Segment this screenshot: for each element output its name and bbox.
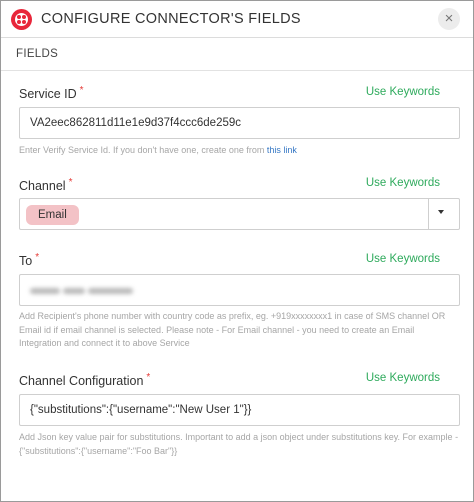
channel-use-keywords-link[interactable]: Use Keywords xyxy=(366,177,440,189)
to-label: To * xyxy=(19,252,40,268)
twilio-logo-icon xyxy=(11,9,32,30)
create-service-link[interactable]: this link xyxy=(267,145,297,155)
to-input[interactable] xyxy=(19,274,460,306)
section-title: FIELDS xyxy=(16,48,59,60)
channel-chip-email[interactable]: Email xyxy=(26,205,79,225)
channel-configuration-help: Add Json key value pair for substitution… xyxy=(19,432,459,456)
channel-select[interactable]: Email xyxy=(19,198,460,230)
channel-configuration-use-keywords-link[interactable]: Use Keywords xyxy=(366,372,440,384)
redacted-email-value xyxy=(30,285,140,295)
channel-label: Channel * xyxy=(19,177,73,193)
required-mark: * xyxy=(35,252,40,263)
channel-configuration-input[interactable] xyxy=(19,394,460,426)
to-use-keywords-link[interactable]: Use Keywords xyxy=(366,253,440,265)
required-mark: * xyxy=(146,372,151,383)
fields-section-header: FIELDS xyxy=(1,39,473,71)
close-icon[interactable]: × xyxy=(438,8,460,30)
to-help: Add Recipient's phone number with countr… xyxy=(19,311,446,348)
dialog-header: CONFIGURE CONNECTOR'S FIELDS × xyxy=(1,1,473,38)
service-id-help: Enter Verify Service Id. If you don't ha… xyxy=(19,145,297,155)
dialog-title: CONFIGURE CONNECTOR'S FIELDS xyxy=(41,11,301,27)
caret-down-icon[interactable] xyxy=(438,210,444,214)
service-id-use-keywords-link[interactable]: Use Keywords xyxy=(366,86,440,98)
select-divider xyxy=(428,199,429,229)
required-mark: * xyxy=(79,85,84,96)
configure-fields-dialog: CONFIGURE CONNECTOR'S FIELDS × FIELDS Se… xyxy=(0,0,474,502)
required-mark: * xyxy=(68,177,73,188)
service-id-input[interactable] xyxy=(19,107,460,139)
service-id-label: Service ID * xyxy=(19,85,84,101)
channel-configuration-label: Channel Configuration * xyxy=(19,372,151,388)
